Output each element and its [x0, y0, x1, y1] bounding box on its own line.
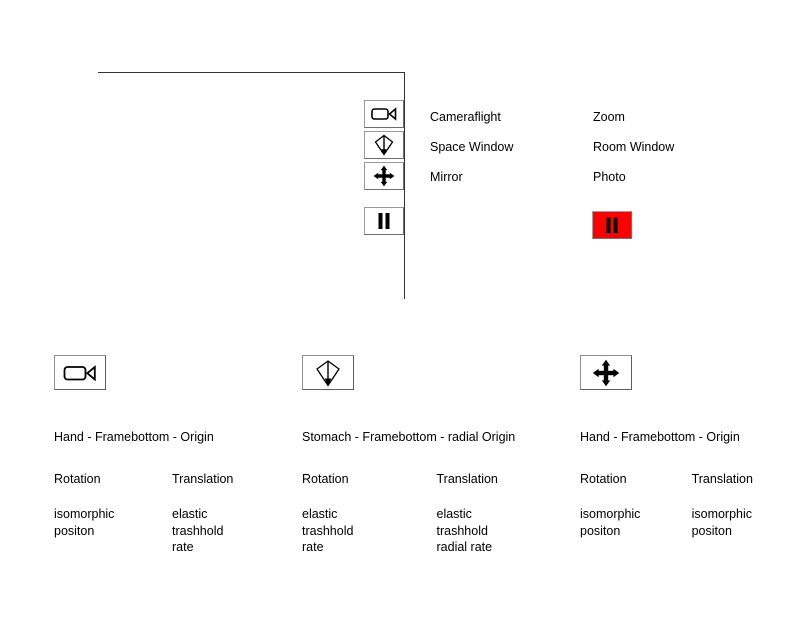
video-camera-icon — [371, 107, 397, 121]
column-values: elastic trashhold rate — [172, 506, 292, 556]
panel-column-translation: Translation isomorphic positon — [692, 472, 795, 539]
panel-column-rotation: Rotation isomorphic positon — [54, 472, 172, 556]
column-values: isomorphic positon — [580, 506, 692, 539]
column-values: elastic trashhold radial rate — [437, 506, 571, 556]
detail-panel-cameraflight: Hand - Framebottom - Origin Rotation iso… — [54, 355, 294, 556]
panel-icon-button[interactable] — [54, 355, 106, 390]
column-heading: Translation — [691, 472, 753, 486]
toolbar — [364, 100, 404, 238]
value-item: trashhold — [436, 523, 488, 538]
label-room-window: Room Window — [593, 140, 675, 154]
panel-title: Stomach - Framebottom - radial Origin — [302, 430, 516, 444]
move-cross-icon — [373, 165, 395, 187]
label-row: Space Window Room Window — [430, 140, 760, 170]
pause-status-button[interactable] — [592, 211, 632, 239]
column-heading: Rotation — [302, 472, 349, 486]
value-item: isomorphic — [691, 507, 753, 521]
column-heading: Rotation — [580, 472, 627, 486]
kite-diamond-icon — [314, 359, 342, 387]
value-item: elastic — [302, 507, 338, 521]
panel-column-rotation: Rotation elastic trashhold rate — [302, 472, 437, 556]
column-values: elastic trashhold rate — [302, 506, 437, 556]
pause-icon — [604, 216, 620, 234]
column-heading: Rotation — [54, 472, 101, 486]
value-item: positon — [54, 523, 95, 538]
panel-columns: Rotation isomorphic positon Translation … — [54, 472, 294, 556]
detail-panels: Hand - Framebottom - Origin Rotation iso… — [0, 355, 800, 575]
move-cross-icon — [592, 359, 620, 387]
detail-panel-space-window: Stomach - Framebottom - radial Origin Ro… — [302, 355, 570, 556]
panel-columns: Rotation elastic trashhold rate Translat… — [302, 472, 570, 556]
column-values: isomorphic positon — [54, 506, 172, 539]
column-heading: Translation — [172, 472, 234, 486]
label-row: Mirror Photo — [430, 170, 760, 200]
panel-icon-button[interactable] — [302, 355, 354, 390]
detail-panel-mirror: Hand - Framebottom - Origin Rotation iso… — [580, 355, 795, 539]
value-item: elastic — [172, 507, 208, 521]
value-item: isomorphic — [54, 507, 115, 521]
value-item: elastic — [436, 507, 472, 521]
value-item: trashhold — [302, 523, 354, 538]
panel-column-rotation: Rotation isomorphic positon — [580, 472, 692, 539]
label-cameraflight: Cameraflight — [430, 110, 501, 124]
label-photo: Photo — [593, 170, 626, 184]
panel-columns: Rotation isomorphic positon Translation … — [580, 472, 795, 539]
toolbar-button-mirror[interactable] — [364, 162, 404, 190]
kite-diamond-icon — [373, 134, 395, 156]
panel-column-translation: Translation elastic trashhold rate — [172, 472, 292, 556]
divider-vertical — [404, 72, 405, 299]
toolbar-button-pause[interactable] — [364, 207, 404, 235]
label-row: Cameraflight Zoom — [430, 110, 760, 140]
mode-label-grid: Cameraflight Zoom Space Window Room Wind… — [430, 110, 760, 200]
value-item: trashhold — [172, 523, 224, 538]
label-mirror: Mirror — [430, 170, 463, 184]
toolbar-button-space-window[interactable] — [364, 131, 404, 159]
panel-icon-button[interactable] — [580, 355, 632, 390]
value-item: positon — [580, 523, 621, 538]
video-camera-icon — [63, 364, 97, 382]
divider-horizontal — [98, 72, 405, 73]
label-zoom: Zoom — [593, 110, 625, 124]
value-item: isomorphic — [580, 507, 641, 521]
pause-icon — [376, 212, 392, 230]
value-item: positon — [691, 523, 732, 538]
panel-column-translation: Translation elastic trashhold radial rat… — [437, 472, 571, 556]
toolbar-button-cameraflight[interactable] — [364, 100, 404, 128]
panel-title: Hand - Framebottom - Origin — [54, 430, 214, 444]
panel-title: Hand - Framebottom - Origin — [580, 430, 740, 444]
value-item: radial rate — [436, 540, 493, 554]
value-item: rate — [302, 540, 324, 554]
column-values: isomorphic positon — [692, 506, 795, 539]
label-space-window: Space Window — [430, 140, 514, 154]
value-item: rate — [172, 540, 194, 554]
column-heading: Translation — [436, 472, 498, 486]
